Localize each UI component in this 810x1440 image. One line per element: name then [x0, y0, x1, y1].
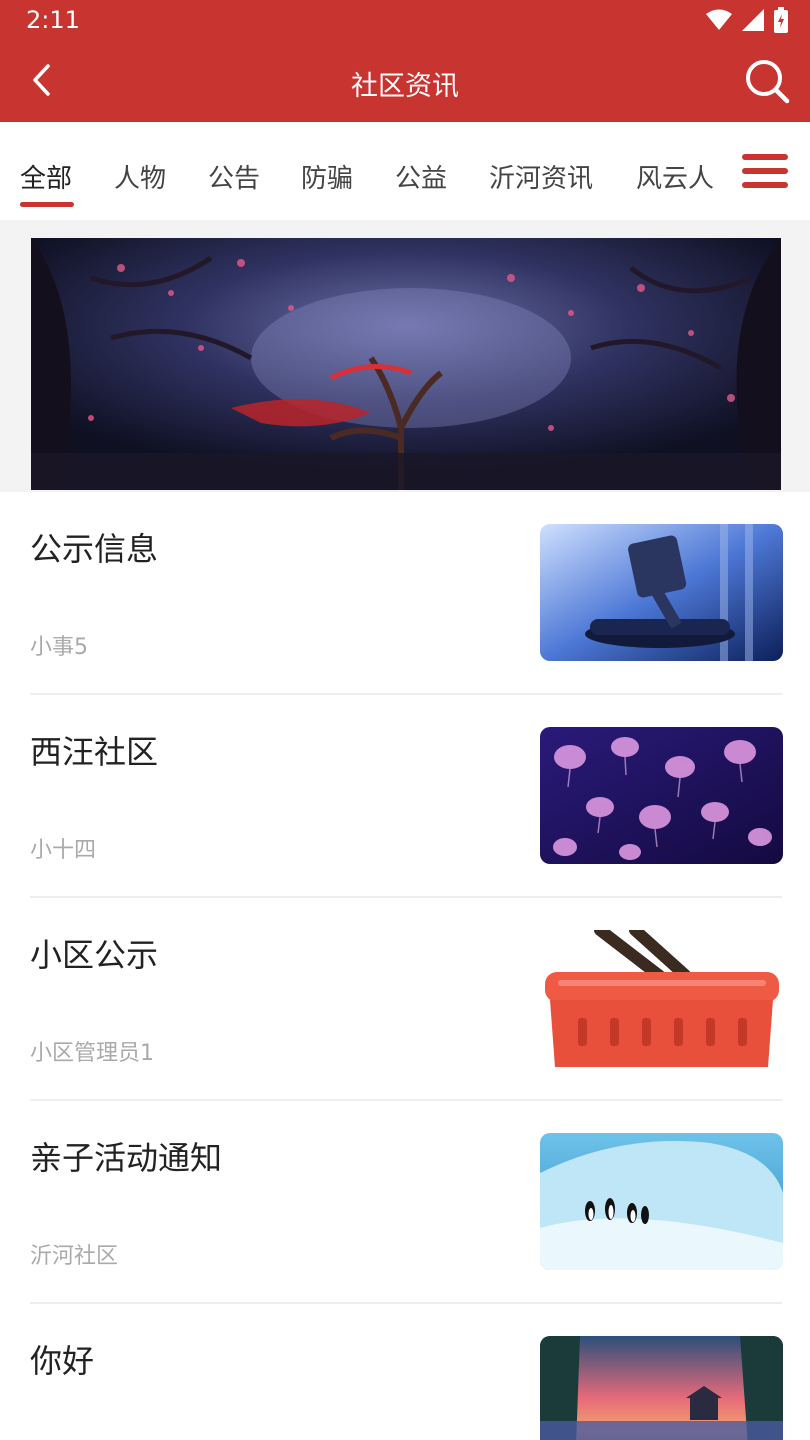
battery-icon: [774, 7, 788, 37]
status-time: 2:11: [26, 6, 80, 34]
news-author: 沂河社区: [30, 1244, 119, 1269]
tab-notice[interactable]: 公告: [208, 158, 260, 195]
shopping-basket-image: [540, 930, 783, 1067]
tab-public-welfare[interactable]: 公益: [395, 158, 447, 195]
banner-area: [0, 220, 810, 492]
status-bar: 2:11: [0, 0, 810, 44]
page-title: 社区资讯: [351, 71, 459, 102]
list-item[interactable]: 西汪社区 小十四: [0, 695, 810, 898]
news-thumbnail: [540, 727, 783, 864]
menu-icon-bar: [742, 154, 788, 160]
app-bar: 社区资讯: [0, 44, 810, 122]
tab-anti-fraud[interactable]: 防骗: [301, 158, 353, 195]
signal-icon: [742, 9, 764, 35]
news-title: 你好: [30, 1342, 95, 1380]
penguins-image: [540, 1133, 783, 1270]
tab-people[interactable]: 人物: [114, 158, 166, 195]
list-item[interactable]: 小区公示 小区管理员1: [0, 898, 810, 1101]
sunset-lake-image: [540, 1336, 783, 1440]
menu-icon-bar: [742, 182, 788, 188]
menu-icon-bar: [742, 168, 788, 174]
list-item[interactable]: 你好: [0, 1304, 810, 1440]
active-tab-indicator: [20, 202, 74, 207]
search-button[interactable]: [742, 58, 792, 108]
news-title: 公示信息: [30, 530, 159, 568]
news-thumbnail: [540, 524, 783, 661]
news-thumbnail: [540, 1336, 783, 1440]
menu-button[interactable]: [742, 154, 790, 190]
news-title: 小区公示: [30, 936, 159, 974]
wifi-icon: [706, 9, 732, 35]
news-title: 亲子活动通知: [30, 1139, 223, 1177]
jellyfish-image: [540, 727, 783, 864]
list-item[interactable]: 亲子活动通知 沂河社区: [0, 1101, 810, 1304]
gavel-image: [540, 524, 783, 661]
news-thumbnail: [540, 930, 783, 1067]
tab-all[interactable]: 全部: [20, 158, 72, 195]
tab-yihe-news[interactable]: 沂河资讯: [489, 158, 593, 195]
search-icon: [744, 58, 790, 108]
news-title: 西汪社区: [30, 733, 159, 771]
news-thumbnail: [540, 1133, 783, 1270]
banner-image: [31, 238, 781, 490]
news-author: 小十四: [30, 838, 97, 863]
news-author: 小事5: [30, 635, 88, 660]
category-tabs: 全部 人物 公告 防骗 公益 沂河资讯 风云人: [0, 122, 810, 220]
list-item[interactable]: 公示信息 小事5: [0, 492, 810, 695]
banner-carousel[interactable]: [31, 238, 781, 490]
status-icons: [706, 7, 788, 37]
news-author: 小区管理员1: [30, 1041, 154, 1066]
tab-notable-people[interactable]: 风云人: [636, 158, 714, 195]
